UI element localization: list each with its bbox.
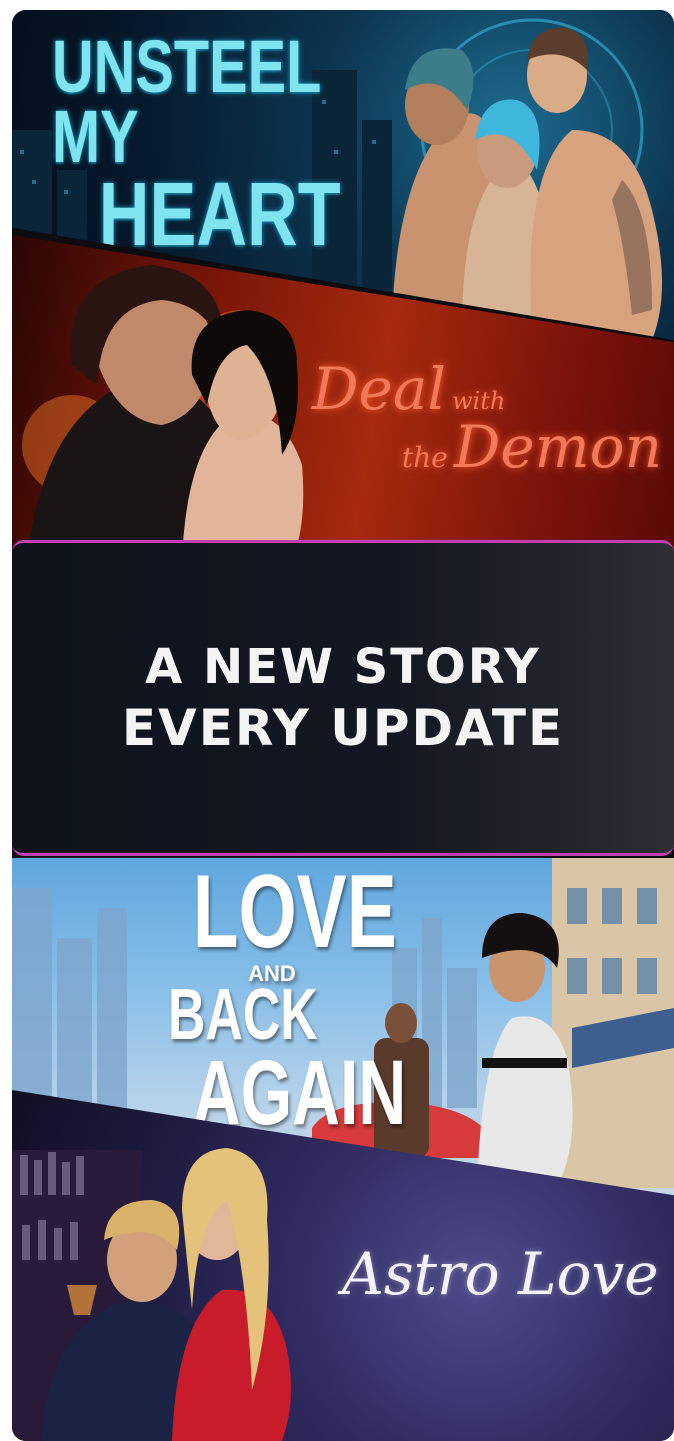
banner-line-2: EVERY UPDATE [121, 698, 565, 757]
story-title: UNSTEEL MY HEART [52, 25, 341, 265]
characters-illustration [392, 27, 662, 340]
title-word-love: LOVE [192, 858, 397, 970]
title-word-demon: Demon [453, 413, 662, 481]
title-word-the: the [402, 441, 448, 474]
title-line-1: UNSTEEL MY [52, 25, 321, 179]
banner-line-1: A NEW STORY [145, 638, 541, 695]
story-title: LOVE AND BACK AGAIN [162, 858, 406, 1139]
title-word-with: with [451, 387, 506, 415]
title-word-deal: Deal [312, 355, 446, 423]
story-title: Deal with the Demon [312, 360, 662, 476]
story-title: Astro Love [342, 1240, 659, 1308]
title-line-2: HEART [98, 164, 341, 265]
promo-card: UNSTEEL MY HEART Deal with the Demon A N… [12, 10, 674, 1441]
title-word-back: BACK [168, 975, 318, 1056]
new-story-banner: A NEW STORY EVERY UPDATE [12, 540, 674, 856]
